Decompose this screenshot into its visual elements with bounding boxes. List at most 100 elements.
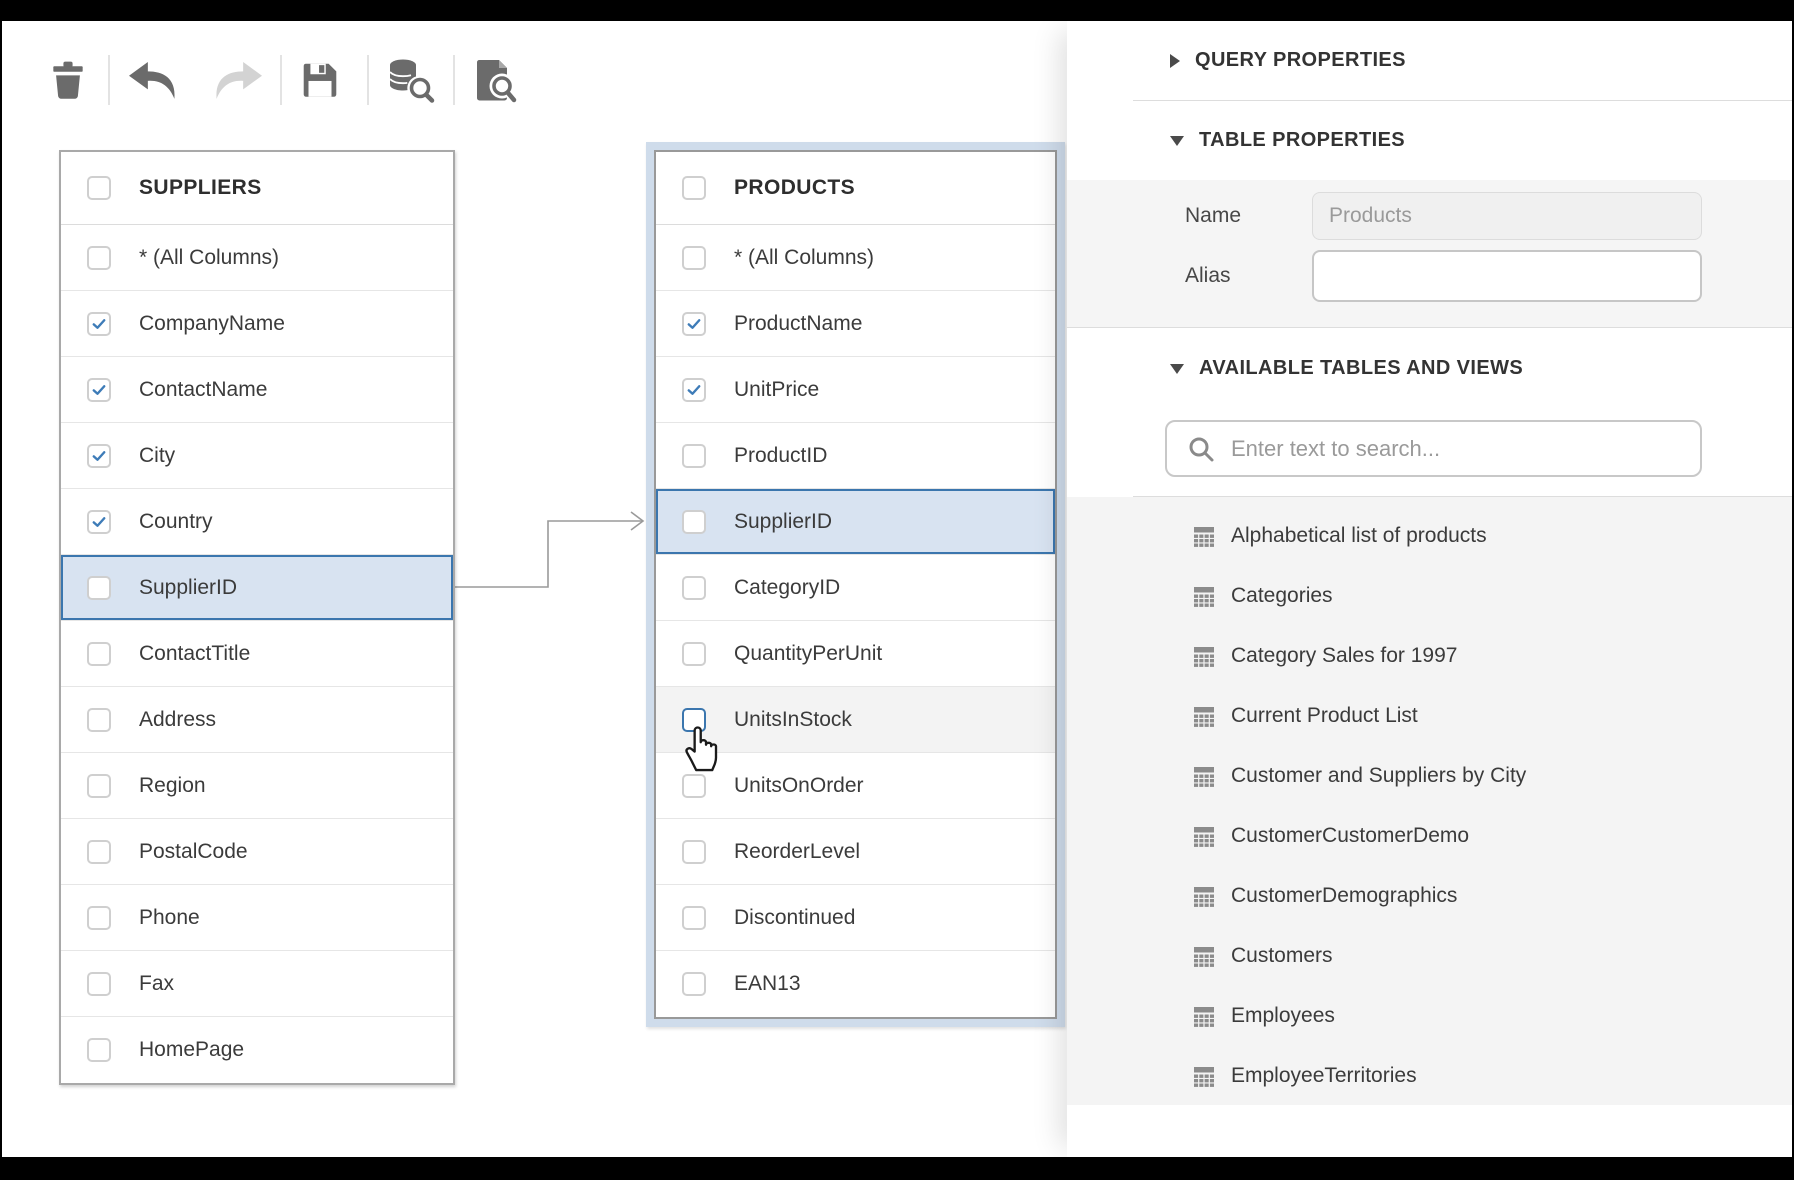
table-select-all-checkbox[interactable] xyxy=(682,176,706,200)
column-label: UnitPrice xyxy=(734,378,819,402)
column-label: ContactTitle xyxy=(139,642,250,666)
column-row-phone[interactable]: Phone xyxy=(61,885,453,951)
table-list-item-label: Customers xyxy=(1231,944,1333,968)
column-checkbox[interactable] xyxy=(87,576,111,600)
column-checkbox[interactable] xyxy=(87,972,111,996)
column-row-quantityperunit[interactable]: QuantityPerUnit xyxy=(656,621,1055,687)
column-row-discontinued[interactable]: Discontinued xyxy=(656,885,1055,951)
column-row-productid[interactable]: ProductID xyxy=(656,423,1055,489)
table-list-item-employees[interactable]: Employees xyxy=(1067,986,1792,1046)
table-list-item-customers[interactable]: Customers xyxy=(1067,926,1792,986)
table-select-all-checkbox[interactable] xyxy=(87,176,111,200)
column-row-all-columns[interactable]: * (All Columns) xyxy=(656,225,1055,291)
column-checkbox[interactable] xyxy=(87,510,111,534)
undo-button[interactable] xyxy=(123,57,183,105)
table-list-item-alphabetical-list-of-products[interactable]: Alphabetical list of products xyxy=(1067,506,1792,566)
tables-search-input[interactable] xyxy=(1231,436,1631,462)
column-row-fax[interactable]: Fax xyxy=(61,951,453,1017)
preview-results-button[interactable] xyxy=(381,57,439,105)
column-label: City xyxy=(139,444,175,468)
section-title: AVAILABLE TABLES AND VIEWS xyxy=(1199,357,1523,380)
column-row-supplierid[interactable]: SupplierID xyxy=(656,489,1055,555)
column-checkbox[interactable] xyxy=(682,378,706,402)
column-row-categoryid[interactable]: CategoryID xyxy=(656,555,1055,621)
column-checkbox[interactable] xyxy=(682,774,706,798)
table-list-item-customercustomerdemo[interactable]: CustomerCustomerDemo xyxy=(1067,806,1792,866)
column-checkbox[interactable] xyxy=(682,576,706,600)
table-list-item-current-product-list[interactable]: Current Product List xyxy=(1067,686,1792,746)
column-row-contacttitle[interactable]: ContactTitle xyxy=(61,621,453,687)
column-row-unitprice[interactable]: UnitPrice xyxy=(656,357,1055,423)
column-checkbox[interactable] xyxy=(87,906,111,930)
table-grid-icon xyxy=(1192,764,1216,788)
column-checkbox[interactable] xyxy=(87,708,111,732)
column-label: * (All Columns) xyxy=(139,246,279,270)
table-list-item-customer-and-suppliers-by-city[interactable]: Customer and Suppliers by City xyxy=(1067,746,1792,806)
column-checkbox[interactable] xyxy=(87,642,111,666)
table-name-input[interactable] xyxy=(1312,192,1702,240)
column-row-unitsonorder[interactable]: UnitsOnOrder xyxy=(656,753,1055,819)
table-grid-icon xyxy=(1192,524,1216,548)
column-row-postalcode[interactable]: PostalCode xyxy=(61,819,453,885)
column-row-city[interactable]: City xyxy=(61,423,453,489)
column-checkbox[interactable] xyxy=(87,312,111,336)
table-list-item-category-sales-for-1997[interactable]: Category Sales for 1997 xyxy=(1067,626,1792,686)
undo-arrow-icon xyxy=(125,56,181,107)
column-checkbox[interactable] xyxy=(87,378,111,402)
column-label: Fax xyxy=(139,972,174,996)
save-button[interactable] xyxy=(294,57,346,105)
redo-button[interactable] xyxy=(208,57,268,105)
toolbar-separator xyxy=(280,55,282,105)
column-row-supplierid[interactable]: SupplierID xyxy=(61,555,453,621)
toolbar xyxy=(2,21,1002,131)
delete-button[interactable] xyxy=(43,57,93,105)
table-list-item-customerdemographics[interactable]: CustomerDemographics xyxy=(1067,866,1792,926)
column-checkbox[interactable] xyxy=(87,774,111,798)
column-checkbox[interactable] xyxy=(682,906,706,930)
table-list-item-label: CustomerDemographics xyxy=(1231,884,1457,908)
column-row-ean13[interactable]: EAN13 xyxy=(656,951,1055,1017)
column-row-address[interactable]: Address xyxy=(61,687,453,753)
table-grid-icon xyxy=(1192,884,1216,908)
table-list-item-employeeterritories[interactable]: EmployeeTerritories xyxy=(1067,1046,1792,1105)
column-checkbox[interactable] xyxy=(682,972,706,996)
column-checkbox[interactable] xyxy=(87,840,111,864)
section-query-properties[interactable]: QUERY PROPERTIES xyxy=(1067,21,1792,100)
column-label: EAN13 xyxy=(734,972,801,996)
table-alias-input[interactable] xyxy=(1312,250,1702,302)
column-checkbox[interactable] xyxy=(682,312,706,336)
column-checkbox[interactable] xyxy=(87,1038,111,1062)
column-row-reorderlevel[interactable]: ReorderLevel xyxy=(656,819,1055,885)
table-list-item-label: Category Sales for 1997 xyxy=(1231,644,1457,668)
column-checkbox[interactable] xyxy=(682,444,706,468)
column-label: UnitsInStock xyxy=(734,708,852,732)
section-table-properties[interactable]: TABLE PROPERTIES xyxy=(1067,101,1792,180)
column-checkbox[interactable] xyxy=(682,642,706,666)
table-title: PRODUCTS xyxy=(734,176,855,200)
table-card-products-selection-halo: PRODUCTS * (All Columns)ProductName UnitP… xyxy=(646,142,1065,1027)
column-row-unitsinstock[interactable]: UnitsInStock xyxy=(656,687,1055,753)
column-row-all-columns[interactable]: * (All Columns) xyxy=(61,225,453,291)
column-row-companyname[interactable]: CompanyName xyxy=(61,291,453,357)
column-checkbox[interactable] xyxy=(87,444,111,468)
preview-sql-button[interactable] xyxy=(466,57,520,105)
table-grid-icon xyxy=(1192,824,1216,848)
table-card-products[interactable]: PRODUCTS * (All Columns)ProductName UnitP… xyxy=(654,150,1057,1019)
section-available-tables[interactable]: AVAILABLE TABLES AND VIEWS xyxy=(1067,329,1792,408)
table-list-item-categories[interactable]: Categories xyxy=(1067,566,1792,626)
document-search-icon xyxy=(469,56,517,107)
table-card-suppliers[interactable]: SUPPLIERS * (All Columns)CompanyNameCont… xyxy=(59,150,455,1085)
column-row-homepage[interactable]: HomePage xyxy=(61,1017,453,1083)
query-builder-window: SUPPLIERS * (All Columns)CompanyNameCont… xyxy=(2,21,1792,1157)
column-row-contactname[interactable]: ContactName xyxy=(61,357,453,423)
column-checkbox[interactable] xyxy=(682,708,706,732)
column-row-country[interactable]: Country xyxy=(61,489,453,555)
column-row-productname[interactable]: ProductName xyxy=(656,291,1055,357)
table-grid-icon xyxy=(1192,584,1216,608)
column-row-region[interactable]: Region xyxy=(61,753,453,819)
column-checkbox[interactable] xyxy=(682,510,706,534)
column-checkbox[interactable] xyxy=(87,246,111,270)
column-checkbox[interactable] xyxy=(682,840,706,864)
column-checkbox[interactable] xyxy=(682,246,706,270)
toolbar-separator xyxy=(108,55,110,105)
